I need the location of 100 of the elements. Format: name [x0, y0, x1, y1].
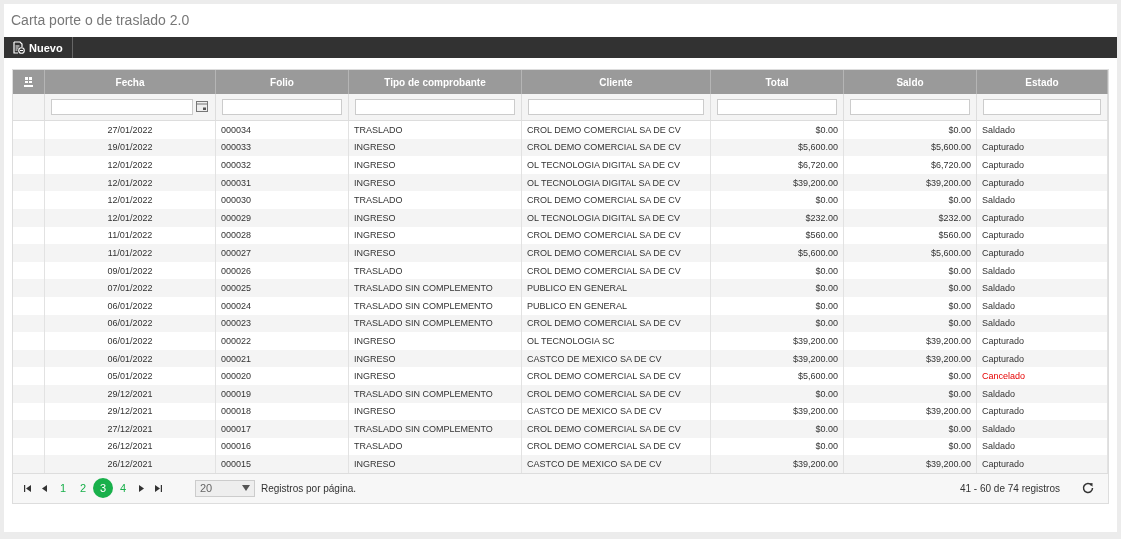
table-cell: Capturado [982, 177, 1025, 188]
table-cell: $6,720.00 [797, 160, 838, 170]
table-cell: 26/12/2021 [107, 459, 153, 470]
table-cell: $5,600.00 [930, 142, 971, 153]
table-cell: TRASLADO SIN COMPLEMENTO [354, 300, 493, 311]
table-cell: Saldado [982, 388, 1016, 399]
page-size-dropdown[interactable]: 20 [195, 479, 255, 497]
table-cell: TRASLADO [354, 124, 403, 135]
table-cell: 000018 [221, 406, 252, 417]
filter-field[interactable] [355, 99, 515, 115]
table-cell: 06/01/2022 [107, 318, 153, 329]
table-cell: $0.00 [948, 388, 971, 399]
table-cell: 000024 [221, 300, 252, 311]
table-cell: CROL DEMO COMERCIAL SA DE CV [527, 318, 681, 329]
column-header: Cliente [599, 76, 633, 88]
table-cell: $0.00 [948, 300, 971, 311]
table-cell: $0.00 [815, 318, 838, 329]
table-cell: $39,200.00 [792, 459, 838, 470]
table-cell: Cancelado [982, 371, 1026, 382]
table-cell: INGRESO [354, 247, 396, 258]
table-cell: Saldado [982, 441, 1016, 452]
table-cell: $232.00 [938, 212, 971, 223]
filter-field[interactable] [528, 99, 704, 115]
filter-field[interactable] [717, 99, 837, 115]
filter-field[interactable] [983, 99, 1101, 115]
table-cell: $0.00 [815, 300, 838, 311]
table-cell: 11/01/2022 [107, 247, 153, 258]
table-cell: $0.00 [948, 318, 971, 329]
table-cell: 000023 [221, 318, 252, 329]
caret-icon [242, 485, 250, 492]
table-cell: INGRESO [354, 230, 396, 241]
table-cell: 07/01/2022 [107, 283, 153, 294]
table-cell: Capturado [982, 247, 1025, 258]
table-cell: Capturado [982, 160, 1025, 170]
table-cell: INGRESO [354, 212, 396, 223]
calendar-icon[interactable] [195, 99, 209, 113]
table-cell: INGRESO [354, 371, 396, 382]
table-cell: Saldado [982, 124, 1016, 135]
sat-grid-icon [23, 77, 34, 87]
table-cell: INGRESO [354, 142, 396, 153]
table-cell: Saldado [982, 195, 1016, 206]
page-button[interactable]: 4 [113, 478, 133, 499]
table-cell: 27/01/2022 [107, 124, 153, 135]
table-cell: Saldado [982, 423, 1016, 434]
table-cell: Capturado [982, 459, 1025, 470]
filter-field[interactable] [222, 99, 342, 115]
page-button[interactable]: 1 [53, 478, 73, 499]
table-cell: TRASLADO SIN COMPLEMENTO [354, 318, 493, 329]
table-cell: $0.00 [948, 441, 971, 452]
new-button[interactable]: Nuevo [4, 37, 73, 58]
table-cell: OL TECNOLOGIA DIGITAL SA DE CV [527, 160, 681, 170]
page-size-label: Registros por página. [261, 482, 357, 494]
table-cell: CROL DEMO COMERCIAL SA DE CV [527, 124, 681, 135]
table-cell: Saldado [982, 265, 1016, 276]
table-cell: $39,200.00 [792, 353, 838, 364]
table-cell: INGRESO [354, 353, 396, 364]
table-cell: $0.00 [948, 195, 971, 206]
page-button[interactable]: 3 [93, 478, 113, 499]
column-header: Total [765, 76, 789, 88]
table-cell: $0.00 [948, 265, 971, 276]
table-cell: 000027 [221, 247, 252, 258]
table-cell: $0.00 [815, 265, 838, 276]
table-cell: $0.00 [815, 423, 838, 434]
table-cell: TRASLADO SIN COMPLEMENTO [354, 283, 493, 294]
table-cell: CROL DEMO COMERCIAL SA DE CV [527, 371, 681, 382]
table-cell: $39,200.00 [925, 177, 971, 188]
table-cell: $6,720.00 [930, 160, 971, 170]
filter-field[interactable] [850, 99, 970, 115]
table-cell: CROL DEMO COMERCIAL SA DE CV [527, 423, 681, 434]
table-cell: CROL DEMO COMERCIAL SA DE CV [527, 247, 681, 258]
table-cell: Capturado [982, 212, 1025, 223]
table-cell: $39,200.00 [792, 406, 838, 417]
table-cell: CROL DEMO COMERCIAL SA DE CV [527, 388, 681, 399]
table-cell: 000032 [221, 160, 252, 170]
table-cell: 000020 [221, 371, 252, 382]
table-cell: 000031 [221, 177, 252, 188]
column-header: Estado [1025, 76, 1059, 88]
table-cell: 000025 [221, 283, 252, 294]
table-cell: 29/12/2021 [107, 388, 153, 399]
column-header: Folio [270, 76, 294, 88]
table-cell: 000034 [221, 124, 252, 135]
table-cell: $5,600.00 [797, 371, 838, 382]
table-cell: 000015 [221, 459, 252, 470]
table-cell: 000022 [221, 335, 252, 346]
table-cell: Capturado [982, 335, 1025, 346]
page-title: Carta porte o de traslado 2.0 [11, 12, 190, 28]
table-cell: $560.00 [938, 230, 971, 241]
page-button[interactable]: 2 [73, 478, 93, 499]
table-cell: 26/12/2021 [107, 441, 153, 452]
table-cell: $0.00 [948, 371, 971, 382]
column-header: Fecha [115, 76, 145, 88]
table-cell: 000029 [221, 212, 252, 223]
table-cell: $232.00 [805, 212, 838, 223]
table-cell: 000030 [221, 195, 252, 206]
table-cell: OL TECNOLOGIA DIGITAL SA DE CV [527, 177, 681, 188]
table-cell: CASTCO DE MEXICO SA DE CV [527, 406, 662, 417]
table-cell: $5,600.00 [797, 247, 838, 258]
table-cell: Capturado [982, 353, 1025, 364]
filter-field[interactable] [51, 99, 193, 115]
table-cell: INGRESO [354, 160, 396, 170]
